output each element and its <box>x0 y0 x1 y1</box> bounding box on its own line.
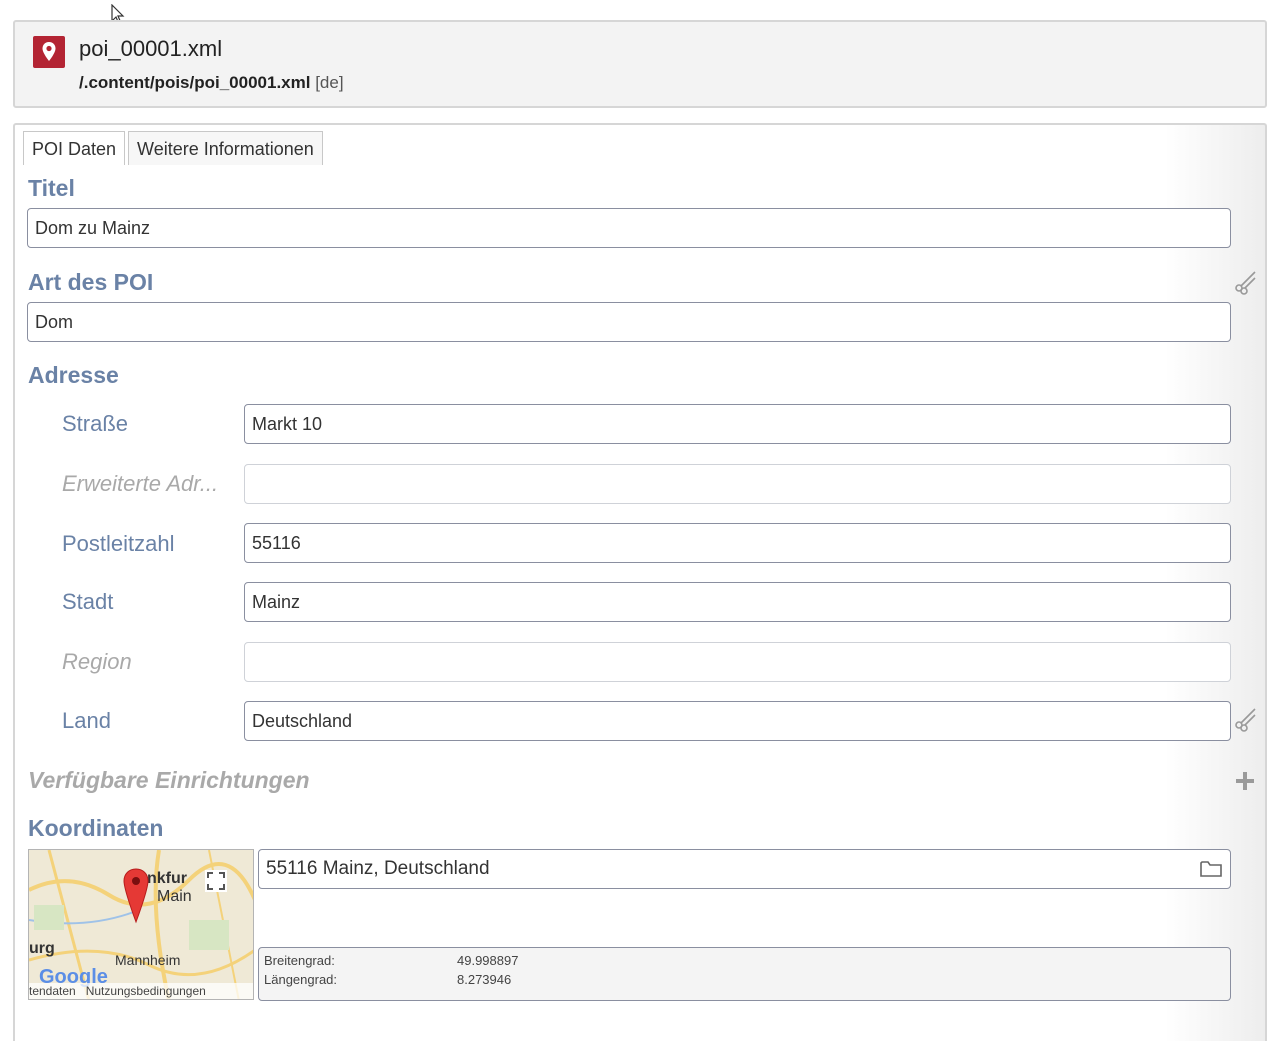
stadt-input[interactable]: Mainz <box>244 582 1231 622</box>
coordinates-box: Breitengrad: 49.998897 Längengrad: 8.273… <box>258 947 1231 1001</box>
latitude-row: Breitengrad: 49.998897 <box>264 953 518 968</box>
land-label: Land <box>62 708 111 733</box>
land-input[interactable]: Deutschland <box>244 701 1231 741</box>
longitude-label: Längengrad: <box>264 972 338 987</box>
art-des-poi-label: Art des POI <box>28 269 154 295</box>
postleitzahl-label: Postleitzahl <box>62 531 175 556</box>
tab-bar: POI Daten Weitere Informationen <box>23 131 326 165</box>
latitude-label: Breitengrad: <box>264 953 335 968</box>
map-label-main: Main <box>157 888 192 905</box>
map-marker-icon <box>123 868 149 924</box>
titel-label: Titel <box>28 175 75 201</box>
tab-weitere-informationen[interactable]: Weitere Informationen <box>128 131 323 165</box>
tab-poi-daten[interactable]: POI Daten <box>23 131 126 165</box>
erweiterte-adresse-input[interactable] <box>244 464 1231 504</box>
fullscreen-icon[interactable] <box>205 870 227 892</box>
strasse-input[interactable]: Markt 10 <box>244 404 1231 444</box>
erweiterte-adresse-label: Erweiterte Adr... <box>62 471 219 496</box>
map-footer-data: tendaten <box>29 984 76 998</box>
einrichtungen-label: Verfügbare Einrichtungen <box>28 767 310 793</box>
file-path: /.content/pois/poi_00001.xml [de] <box>79 73 344 93</box>
longitude-row: Längengrad: 8.273946 <box>264 972 511 987</box>
map-preview[interactable]: nkfur Main urg Mannheim Google tendaten N… <box>28 849 254 1000</box>
scissors-icon[interactable] <box>1233 706 1259 732</box>
map-label-mannheim: Mannheim <box>115 952 181 968</box>
location-search-input[interactable]: 55116 Mainz, Deutschland <box>258 849 1231 889</box>
file-title: poi_00001.xml <box>79 36 223 61</box>
adresse-label: Adresse <box>28 362 119 388</box>
scissors-icon[interactable] <box>1233 269 1259 295</box>
region-label: Region <box>62 649 132 674</box>
titel-input[interactable]: Dom zu Mainz <box>27 208 1231 248</box>
strasse-label: Straße <box>62 411 129 436</box>
art-des-poi-input[interactable]: Dom <box>27 302 1231 342</box>
latitude-value: 49.998897 <box>457 953 519 968</box>
file-path-text: /.content/pois/poi_00001.xml <box>79 73 311 92</box>
map-footer-terms[interactable]: Nutzungsbedingungen <box>86 984 206 998</box>
map-footer: tendaten Nutzungsbedingungen <box>29 983 253 999</box>
editor-panel: POI Daten Weitere Informationen Titel Do… <box>13 123 1267 1041</box>
folder-icon[interactable] <box>1200 860 1222 878</box>
location-address: 55116 Mainz, Deutschland <box>266 858 490 879</box>
postleitzahl-input[interactable]: 55116 <box>244 523 1231 563</box>
map-label-frankfurt: nkfur <box>147 870 187 887</box>
resource-header: poi_00001.xml /.content/pois/poi_00001.x… <box>13 20 1267 108</box>
locale-badge: [de] <box>315 73 344 92</box>
longitude-value: 8.273946 <box>457 972 512 987</box>
plus-icon[interactable] <box>1234 770 1256 792</box>
koordinaten-label: Koordinaten <box>28 815 164 841</box>
region-input[interactable] <box>244 642 1231 682</box>
map-label-urg: urg <box>29 940 55 957</box>
stadt-label: Stadt <box>62 589 114 614</box>
map-pin-icon <box>33 36 65 68</box>
